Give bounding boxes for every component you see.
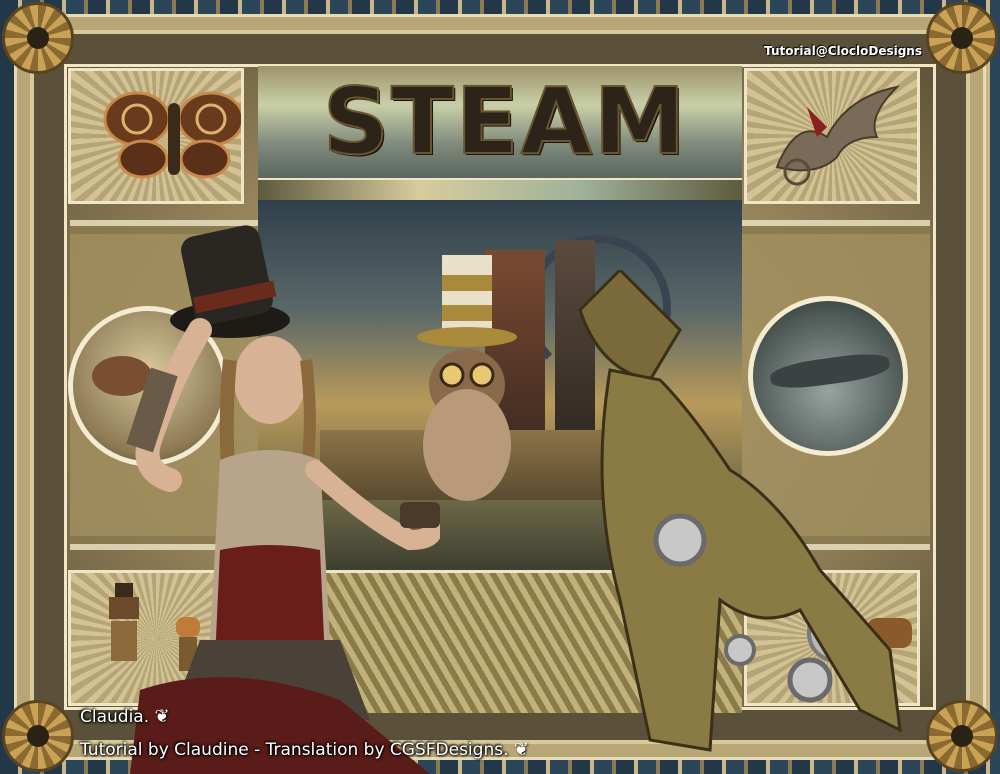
credit-line-name: Claudia. ❦ xyxy=(80,706,170,727)
mechanical-dragon-image xyxy=(775,85,901,186)
gear-icon xyxy=(926,2,998,74)
gear-icon xyxy=(2,700,74,772)
mechanical-wolf-figure xyxy=(578,270,902,752)
steam-title-text: STEAM xyxy=(322,67,688,176)
steampunk-woman-figure xyxy=(126,225,440,774)
mechanical-owl-figure xyxy=(417,255,517,501)
tree-icon: ❦ xyxy=(513,739,529,760)
gear-icon xyxy=(2,2,74,74)
gear-icon xyxy=(926,700,998,772)
tree-icon: ❦ xyxy=(154,706,170,727)
artwork-canvas: STEAM Tutorial@ClocloDesigns Claudia. ❦ … xyxy=(0,0,1000,774)
credit-tutorial-text: Tutorial by Claudine - Translation by CG… xyxy=(80,740,509,760)
title-strip-divider xyxy=(258,180,742,200)
top-left-corner-panel xyxy=(68,68,244,204)
watermark-text: Tutorial@ClocloDesigns xyxy=(764,44,922,58)
credit-name-text: Claudia. xyxy=(80,707,150,727)
mechanical-butterfly-image xyxy=(103,91,241,179)
credit-line-tutorial: Tutorial by Claudine - Translation by CG… xyxy=(80,739,529,760)
top-right-corner-panel xyxy=(744,68,920,204)
